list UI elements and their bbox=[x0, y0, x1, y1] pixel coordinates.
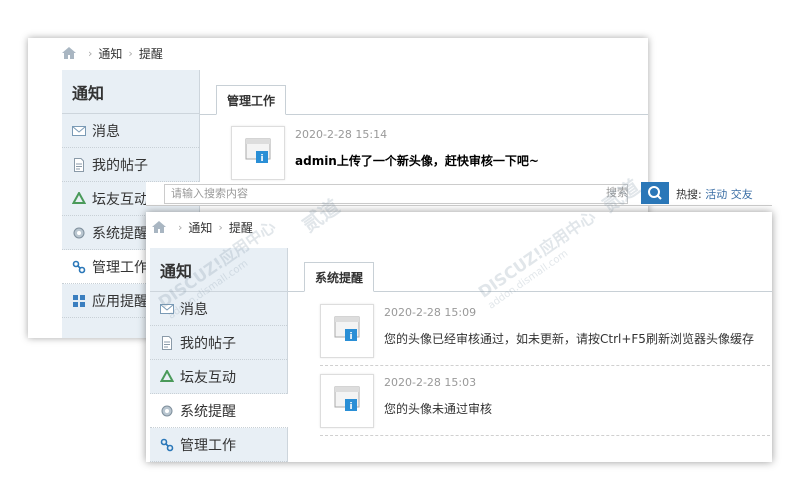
sidebar-item-label: 管理工作 bbox=[92, 259, 148, 276]
sidebar-item-label: 坛友互动 bbox=[180, 369, 236, 386]
hot-search-label: 热搜: bbox=[676, 188, 702, 201]
chevron-right-icon: › bbox=[128, 46, 133, 60]
sidebar-title: 通知 bbox=[150, 248, 287, 292]
notice-time: 2020-2-28 15:03 bbox=[384, 376, 477, 389]
sidebar-item-label: 管理工作 bbox=[180, 437, 236, 454]
tab-system[interactable]: 系统提醒 bbox=[304, 262, 375, 292]
breadcrumb: › 通知 › 提醒 bbox=[152, 212, 253, 242]
link-icon bbox=[160, 438, 174, 452]
breadcrumb-remind[interactable]: 提醒 bbox=[229, 219, 253, 236]
sidebar-item-messages[interactable]: 消息 bbox=[150, 292, 287, 326]
envelope-icon bbox=[72, 124, 86, 138]
front-screenshot: › 通知 › 提醒 通知 消息 我的帖子 坛友互动 系统提醒 管理工作 系统提醒 bbox=[146, 212, 772, 462]
search-icon bbox=[648, 186, 662, 200]
tab-bar: 管理工作 bbox=[200, 83, 648, 115]
sidebar-title: 通知 bbox=[62, 70, 199, 114]
chevron-right-icon: › bbox=[218, 220, 223, 234]
notice-message: 您的头像已经审核通过，如未更新，请按Ctrl+F5刷新浏览器头像缓存 bbox=[384, 332, 754, 346]
search-bar: 请输入搜索内容 搜索 热搜: 活动 交友 bbox=[146, 182, 772, 206]
document-icon bbox=[160, 335, 174, 350]
sidebar-item-label: 我的帖子 bbox=[92, 157, 148, 174]
sidebar-item-my-posts[interactable]: 我的帖子 bbox=[150, 326, 287, 360]
gear-icon bbox=[72, 226, 86, 240]
sidebar-item-interaction[interactable]: 坛友互动 bbox=[150, 360, 287, 394]
link-icon bbox=[72, 260, 86, 274]
notice-time: 2020-2-28 15:09 bbox=[384, 306, 477, 319]
search-input[interactable]: 请输入搜索内容 bbox=[164, 184, 628, 204]
hot-search: 热搜: 活动 交友 bbox=[676, 186, 753, 202]
gear-icon bbox=[160, 404, 174, 418]
svg-text:i: i bbox=[349, 332, 352, 342]
search-button[interactable] bbox=[641, 182, 669, 204]
list-item: i 2020-2-28 15:03 您的头像未通过审核 bbox=[320, 366, 770, 436]
envelope-icon bbox=[160, 302, 174, 316]
tab-bar: 系统提醒 bbox=[288, 260, 772, 292]
breadcrumb-notice[interactable]: 通知 bbox=[98, 45, 122, 62]
recycle-icon bbox=[159, 368, 175, 384]
notice-icon: i bbox=[334, 316, 360, 342]
sidebar-item-my-posts[interactable]: 我的帖子 bbox=[62, 148, 199, 182]
sidebar-item-manage[interactable]: 管理工作 bbox=[150, 428, 287, 462]
home-icon[interactable] bbox=[152, 221, 166, 233]
svg-text:i: i bbox=[349, 402, 352, 412]
search-type-select[interactable]: 搜索 bbox=[606, 184, 644, 204]
notice-time: 2020-2-28 15:14 bbox=[295, 128, 388, 141]
sidebar: 通知 消息 我的帖子 坛友互动 系统提醒 管理工作 bbox=[150, 248, 288, 462]
list-item: i 2020-2-28 15:09 您的头像已经审核通过，如未更新，请按Ctrl… bbox=[320, 296, 770, 366]
sidebar-item-label: 消息 bbox=[180, 301, 208, 318]
breadcrumb: › 通知 › 提醒 bbox=[62, 38, 163, 68]
notice-icon: i bbox=[245, 138, 271, 164]
home-icon[interactable] bbox=[62, 47, 76, 59]
recycle-icon bbox=[71, 190, 87, 206]
sidebar-item-label: 消息 bbox=[92, 123, 120, 140]
breadcrumb-remind[interactable]: 提醒 bbox=[139, 45, 163, 62]
tab-manage[interactable]: 管理工作 bbox=[216, 85, 287, 115]
sidebar-item-label: 系统提醒 bbox=[180, 403, 236, 420]
sidebar-item-label: 应用提醒 bbox=[92, 293, 148, 310]
sidebar-item-label: 坛友互动 bbox=[92, 191, 148, 208]
sidebar-item-system[interactable]: 系统提醒 bbox=[150, 394, 288, 428]
chevron-right-icon: › bbox=[88, 46, 93, 60]
svg-text:i: i bbox=[260, 154, 263, 164]
avatar[interactable]: i bbox=[231, 126, 285, 180]
chevron-right-icon: › bbox=[178, 220, 183, 234]
sidebar-item-messages[interactable]: 消息 bbox=[62, 114, 199, 148]
avatar[interactable]: i bbox=[320, 304, 374, 358]
breadcrumb-notice[interactable]: 通知 bbox=[188, 219, 212, 236]
sidebar-item-label: 我的帖子 bbox=[180, 335, 236, 352]
list-item: i 2020-2-28 15:14 admin上传了一个新头像，赶快审核一下吧~ bbox=[231, 118, 648, 188]
hot-search-link[interactable]: 交友 bbox=[731, 188, 753, 201]
sidebar-item-label: 系统提醒 bbox=[92, 225, 148, 242]
grid-icon bbox=[72, 294, 86, 308]
notice-message: 您的头像未通过审核 bbox=[384, 402, 493, 416]
notice-icon: i bbox=[334, 386, 360, 412]
notice-message: admin上传了一个新头像，赶快审核一下吧~ bbox=[295, 154, 539, 168]
hot-search-link[interactable]: 活动 bbox=[705, 188, 727, 201]
document-icon bbox=[72, 157, 86, 172]
avatar[interactable]: i bbox=[320, 374, 374, 428]
